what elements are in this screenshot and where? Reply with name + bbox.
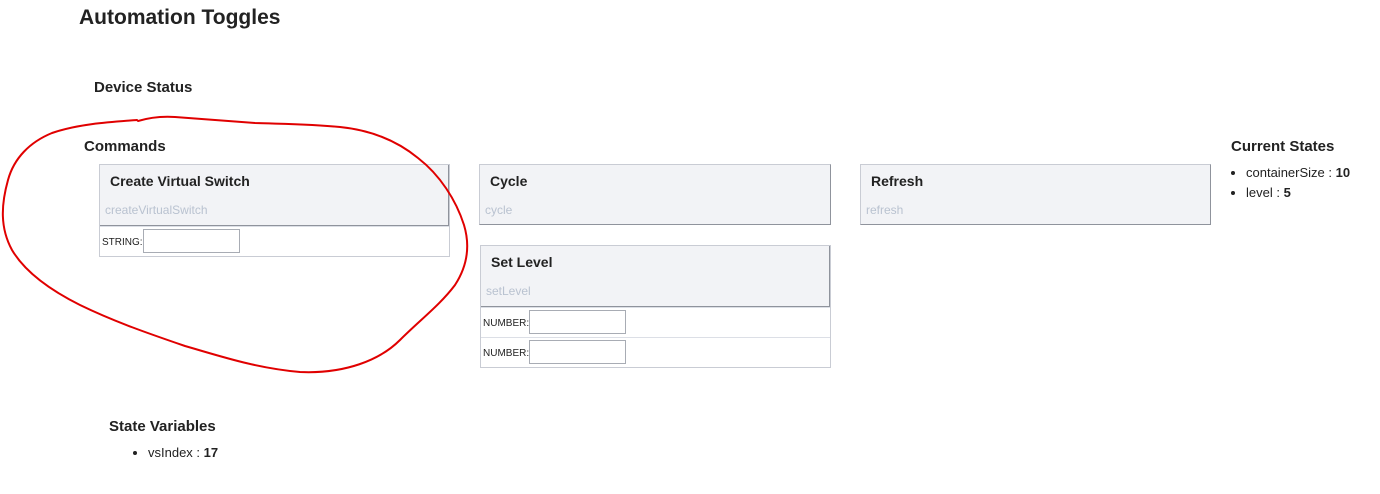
commands-heading: Commands [84,138,166,155]
param-type-label: NUMBER: [483,348,530,359]
current-states-list: containerSize : 10 level : 5 [1230,163,1350,203]
number-param-input-1[interactable] [529,310,626,334]
command-name: Set Level [491,254,553,270]
refresh-button[interactable]: Refresh refresh [860,164,1211,225]
state-variables-heading: State Variables [109,418,216,435]
state-item: containerSize : 10 [1246,163,1350,183]
command-method: cycle [485,203,513,217]
command-method: setLevel [486,284,531,298]
string-param-input[interactable] [143,229,240,253]
command-cycle: Cycle cycle [479,164,831,225]
page-title: Automation Toggles [79,6,281,29]
number-param-input-2[interactable] [529,340,626,364]
command-method: refresh [866,203,904,217]
param-row: STRING: [100,226,449,256]
command-name: Refresh [871,173,924,189]
param-row: NUMBER: [481,307,830,337]
device-status-heading: Device Status [94,79,193,96]
command-create-virtual-switch: Create Virtual Switch createVirtualSwitc… [99,164,450,257]
state-variables-list: vsIndex : 17 [132,443,218,463]
param-type-label: NUMBER: [483,318,530,329]
cycle-button[interactable]: Cycle cycle [479,164,831,225]
state-variable-item: vsIndex : 17 [148,443,218,463]
param-row: NUMBER: [481,337,830,367]
create-virtual-switch-button[interactable]: Create Virtual Switch createVirtualSwitc… [100,165,449,226]
state-item: level : 5 [1246,183,1350,203]
command-name: Create Virtual Switch [110,173,250,189]
set-level-button[interactable]: Set Level setLevel [481,246,830,307]
command-method: createVirtualSwitch [105,203,208,217]
command-name: Cycle [490,173,528,189]
command-set-level: Set Level setLevel NUMBER: NUMBER: [480,245,831,368]
command-refresh: Refresh refresh [860,164,1211,225]
param-type-label: STRING: [102,237,143,248]
current-states-heading: Current States [1231,138,1335,155]
